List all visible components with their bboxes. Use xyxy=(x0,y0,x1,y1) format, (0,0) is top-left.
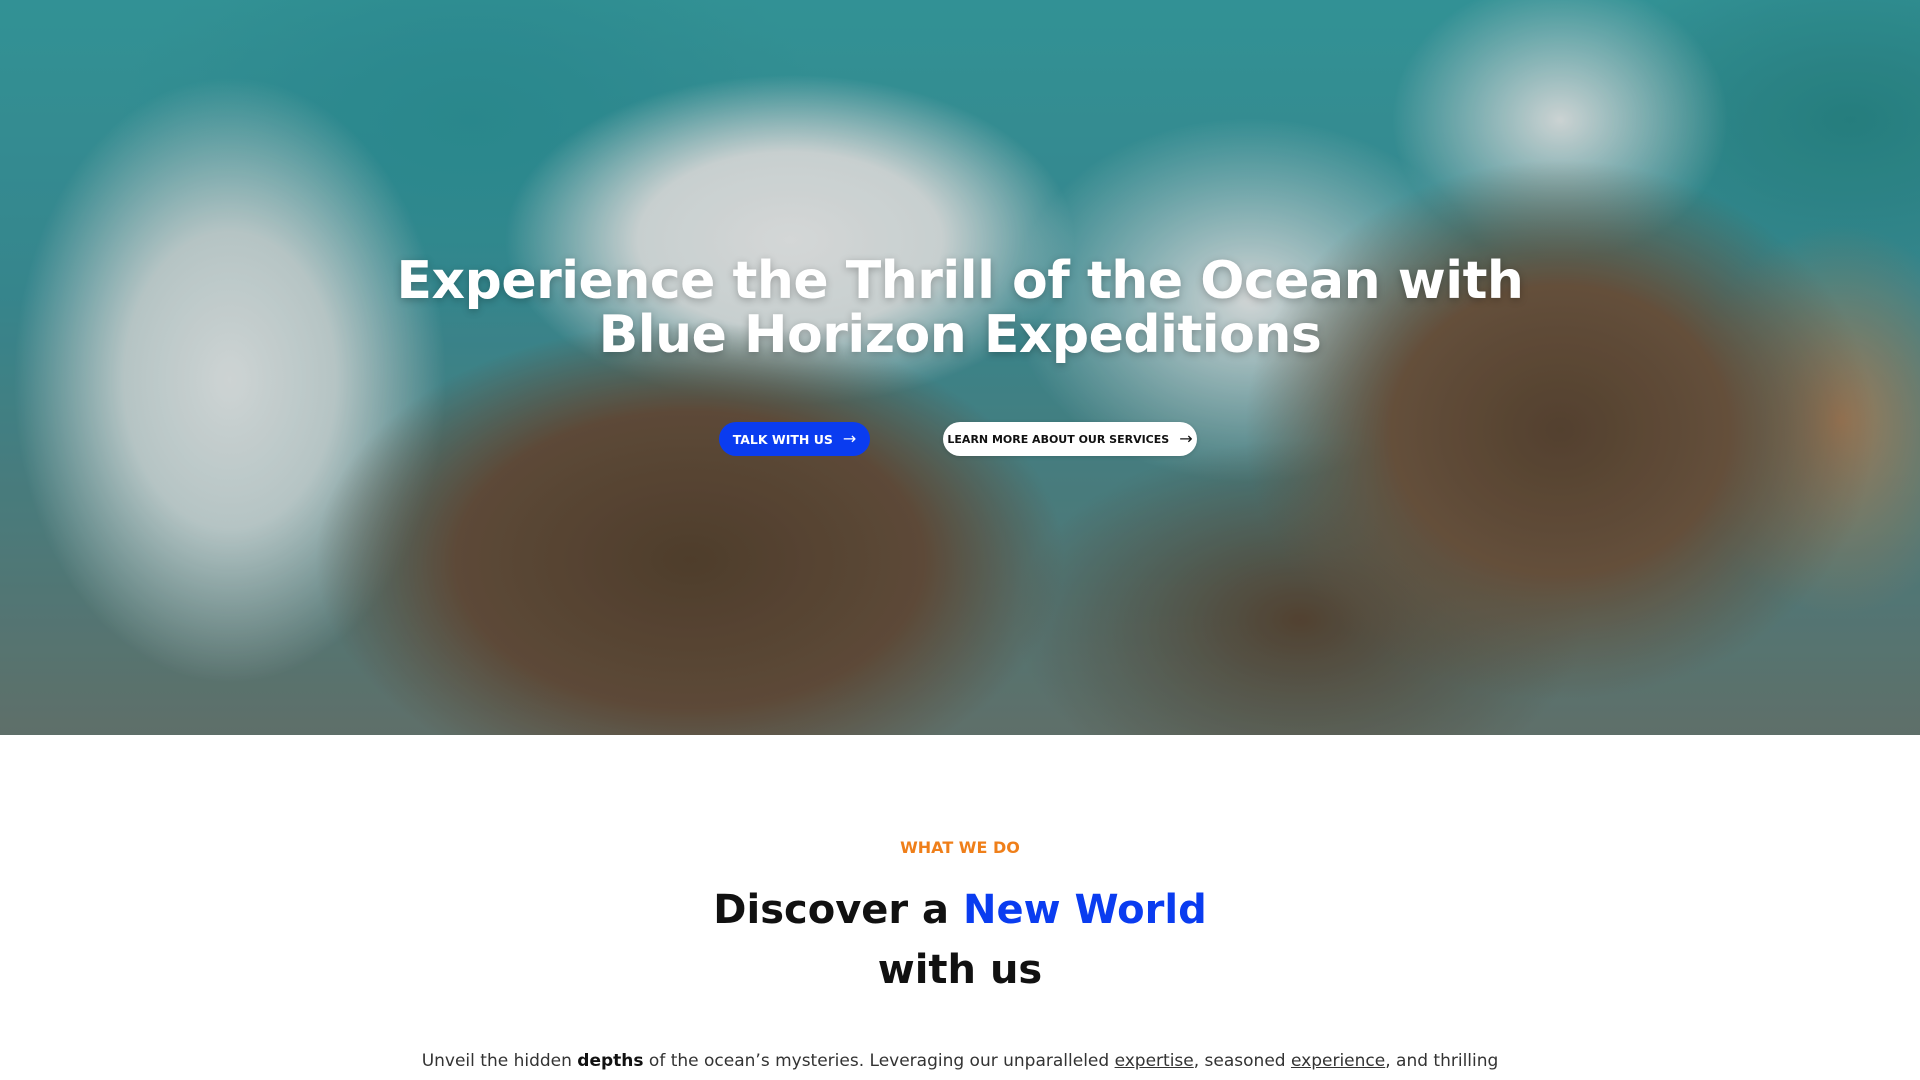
talk-with-us-label: TALK WITH US xyxy=(732,431,833,447)
hero-title: Experience the Thrill of the Ocean with … xyxy=(0,254,1920,362)
section-title-accent: New World xyxy=(962,887,1207,933)
learn-more-label: LEARN MORE ABOUT OUR SERVICES xyxy=(947,432,1170,446)
section-title-part1: Discover a xyxy=(713,887,950,933)
hero-title-line1: Experience the Thrill of the Ocean with xyxy=(396,251,1524,311)
experience-link[interactable]: experience xyxy=(1291,1051,1385,1071)
body-text-part4: , and thrilling xyxy=(1385,1051,1499,1071)
section-title: Discover a New World with us xyxy=(0,880,1920,1000)
learn-more-button[interactable]: LEARN MORE ABOUT OUR SERVICES → xyxy=(943,422,1197,456)
arrow-right-icon: → xyxy=(842,429,857,448)
hero-title-line2: Blue Horizon Expeditions xyxy=(598,305,1322,365)
talk-with-us-button[interactable]: TALK WITH US → xyxy=(719,422,870,456)
hero-background-image: Experience the Thrill of the Ocean with … xyxy=(0,0,1920,735)
body-text-bold: depths xyxy=(577,1051,644,1071)
section-title-part2: with us xyxy=(877,947,1043,993)
body-text-part1: Unveil the hidden xyxy=(421,1051,572,1071)
expertise-link[interactable]: expertise xyxy=(1115,1051,1194,1071)
body-text-part2: of the ocean’s mysteries. Leveraging our… xyxy=(648,1051,1110,1071)
section-body: Unveil the hidden depths of the ocean’s … xyxy=(0,1051,1920,1071)
section-eyebrow: WHAT WE DO xyxy=(900,838,1020,857)
body-text-part3: , seasoned xyxy=(1193,1051,1286,1071)
arrow-right-icon: → xyxy=(1179,429,1193,448)
hero-overlay xyxy=(0,0,1920,735)
